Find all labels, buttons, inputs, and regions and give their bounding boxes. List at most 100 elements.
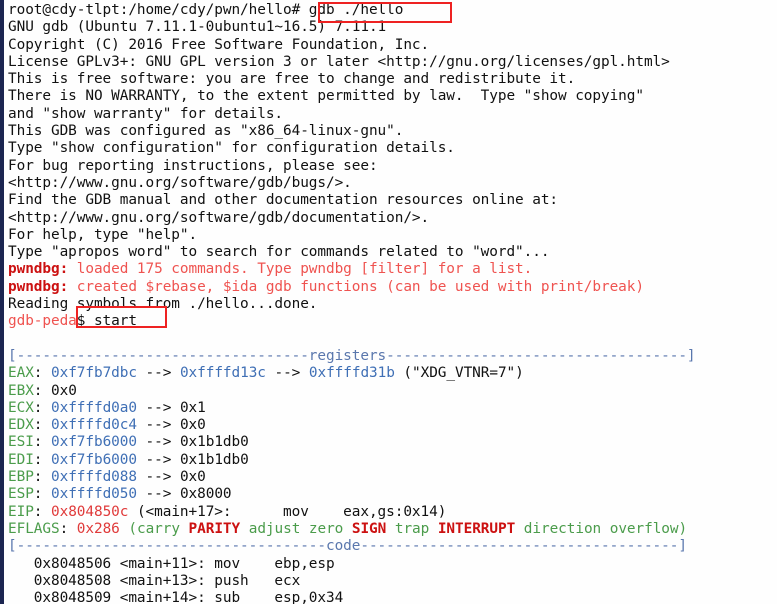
line-configured-seg-0: This GDB was configured as "x86_64-linux… (8, 123, 404, 140)
line-reg-eip-seg-1: : (33, 503, 51, 520)
line-reg-ebp: EBP: 0xffffd088 --> 0x0 (8, 469, 777, 486)
line-show-configuration: Type "show configuration" for configurat… (8, 140, 777, 157)
line-pwndbg-created-seg-1: created $rebase, $ida gdb functions (can… (68, 278, 644, 295)
line-reg-ebx-seg-1: : (33, 382, 51, 399)
line-reg-eax-seg-1: : (33, 365, 51, 382)
line-reg-edi-seg-4: 0x1b1db0 (179, 451, 249, 468)
line-reg-edi-seg-3: --> (136, 451, 180, 468)
line-reg-edx: EDX: 0xffffd0c4 --> 0x0 (8, 417, 777, 434)
line-free-software: This is free software: you are free to c… (8, 71, 777, 88)
terminal-window[interactable]: root@cdy-tlpt:/home/cdy/pwn/hello# gdb .… (0, 0, 777, 604)
line-sep-code: [------------------------------------cod… (8, 538, 777, 555)
line-bug-reporting-seg-0: For bug reporting instructions, please s… (8, 157, 378, 174)
line-pwndbg-loaded-seg-0: pwndbg: (8, 261, 69, 278)
line-prompt-shell: root@cdy-tlpt:/home/cdy/pwn/hello# gdb .… (8, 2, 777, 19)
line-bugs-url-seg-0: <http://www.gnu.org/software/gdb/bugs/>. (8, 174, 352, 191)
line-reg-ecx-seg-0: ECX (8, 399, 34, 416)
line-reg-esi-seg-2: 0xf7fb6000 (51, 434, 137, 451)
line-reg-esp-seg-4: 0x8000 (179, 486, 232, 503)
line-bugs-url: <http://www.gnu.org/software/gdb/bugs/>. (8, 175, 777, 192)
line-prompt-peda-seg-1: $ start (76, 313, 137, 330)
line-reg-esp-seg-0: ESP (8, 486, 34, 503)
line-no-warranty: There is NO WARRANTY, to the extent perm… (8, 88, 777, 105)
line-reg-eflags-seg-8: trap (386, 520, 438, 537)
line-reg-eax-seg-0: EAX (8, 365, 34, 382)
line-sep-registers-seg-0: [----------------------------------regis… (8, 347, 696, 364)
line-reg-edx-seg-3: --> (136, 417, 180, 434)
line-reg-eax: EAX: 0xf7fb7dbc --> 0xffffd13c --> 0xfff… (8, 365, 777, 382)
line-reg-ecx-seg-4: 0x1 (179, 399, 206, 416)
line-reg-eflags-seg-1: : (59, 520, 77, 537)
line-sep-registers: [----------------------------------regis… (8, 348, 777, 365)
line-reg-ebp-seg-1: : (33, 469, 51, 486)
line-show-warranty: and "show warranty" for details. (8, 106, 777, 123)
line-code-main14: 0x8048509 <main+14>: sub esp,0x34 (8, 590, 777, 604)
line-reg-eip-seg-2: 0x804850c (51, 503, 129, 520)
line-prompt-shell-seg-1: gdb ./hello (308, 2, 404, 18)
line-reg-edi-seg-0: EDI (8, 451, 34, 468)
line-reg-eip-seg-3: (<main+17>: mov eax,gs:0x14) (128, 503, 447, 520)
line-reg-esp-seg-1: : (33, 486, 51, 503)
line-reg-ebx-seg-2: 0x0 (51, 382, 77, 399)
line-reg-eax-seg-7: ("XDG_VTNR=7") (394, 365, 524, 382)
line-reg-edx-seg-0: EDX (8, 417, 34, 434)
line-reading-symbols-seg-0: Reading symbols from ./hello...done. (8, 296, 318, 313)
line-reg-edx-seg-2: 0xffffd0c4 (51, 417, 137, 434)
line-configured: This GDB was configured as "x86_64-linux… (8, 123, 777, 140)
line-copyright: Copyright (C) 2016 Free Software Foundat… (8, 37, 777, 54)
line-free-software-seg-0: This is free software: you are free to c… (8, 71, 576, 88)
line-show-configuration-seg-0: Type "show configuration" for configurat… (8, 140, 455, 157)
line-bug-reporting: For bug reporting instructions, please s… (8, 158, 777, 175)
line-reg-esp-seg-2: 0xffffd050 (51, 486, 137, 503)
line-reg-eflags-seg-9: INTERRUPT (437, 520, 516, 537)
line-reg-ebp-seg-2: 0xffffd088 (51, 469, 137, 486)
line-reg-ecx-seg-2: 0xffffd0a0 (51, 399, 137, 416)
line-blank-1-seg-0 (8, 331, 17, 347)
line-find-manual-seg-0: Find the GDB manual and other documentat… (8, 192, 559, 209)
line-reg-esi-seg-1: : (33, 434, 51, 451)
line-reg-ecx-seg-3: --> (136, 399, 180, 416)
line-pwndbg-created: pwndbg: created $rebase, $ida gdb functi… (8, 279, 777, 296)
line-reg-ebp-seg-4: 0x0 (179, 469, 206, 486)
line-reg-eax-seg-5: --> (265, 365, 309, 382)
line-reg-ecx-seg-1: : (33, 399, 51, 416)
line-reg-eflags: EFLAGS: 0x286 (carry PARITY adjust zero … (8, 521, 777, 538)
line-for-help-seg-0: For help, type "help". (8, 226, 198, 243)
line-gnu-version-seg-0: GNU gdb (Ubuntu 7.11.1-0ubuntu1~16.5) 7.… (8, 19, 387, 36)
line-reg-ebx-seg-0: EBX (8, 382, 34, 399)
line-prompt-peda: gdb-peda$ start (8, 313, 777, 330)
line-reg-eflags-seg-7: SIGN (351, 520, 387, 537)
line-reg-edi-seg-2: 0xf7fb6000 (51, 451, 137, 468)
line-copyright-seg-0: Copyright (C) 2016 Free Software Foundat… (8, 36, 430, 53)
line-pwndbg-loaded: pwndbg: loaded 175 commands. Type pwndbg… (8, 261, 777, 278)
line-reg-eax-seg-4: 0xffffd13c (179, 365, 266, 382)
line-code-main11-seg-0: 0x8048506 <main+11>: mov ebp,esp (8, 555, 335, 572)
line-apropos-seg-0: Type "apropos word" to search for comman… (8, 244, 550, 261)
terminal-screen[interactable]: root@cdy-tlpt:/home/cdy/pwn/hello# gdb .… (4, 0, 777, 604)
line-reg-eflags-seg-3: ( (119, 520, 137, 537)
line-reg-edi: EDI: 0xf7fb6000 --> 0x1b1db0 (8, 452, 777, 469)
line-reg-edx-seg-1: : (33, 417, 51, 434)
line-prompt-shell-seg-0: root@cdy-tlpt:/home/cdy/pwn/hello# (8, 2, 309, 18)
line-reg-esi-seg-3: --> (136, 434, 180, 451)
line-reg-ecx: ECX: 0xffffd0a0 --> 0x1 (8, 400, 777, 417)
line-reg-esi-seg-0: ESI (8, 434, 34, 451)
line-reg-eflags-seg-10: direction overflow) (515, 520, 688, 537)
line-code-main13: 0x8048508 <main+13>: push ecx (8, 573, 777, 590)
line-pwndbg-created-seg-0: pwndbg: (8, 278, 69, 295)
line-reg-eax-seg-6: 0xffffd31b (308, 365, 395, 382)
line-license: License GPLv3+: GNU GPL version 3 or lat… (8, 54, 777, 71)
line-reg-esp-seg-3: --> (136, 486, 180, 503)
line-reg-eflags-seg-5: PARITY (188, 520, 241, 537)
line-for-help: For help, type "help". (8, 227, 777, 244)
line-sep-code-seg-0: [------------------------------------cod… (8, 538, 687, 555)
line-reading-symbols: Reading symbols from ./hello...done. (8, 296, 777, 313)
line-reg-esi: ESI: 0xf7fb6000 --> 0x1b1db0 (8, 434, 777, 451)
line-prompt-peda-seg-0: gdb-peda (8, 313, 77, 330)
line-code-main13-seg-0: 0x8048508 <main+13>: push ecx (8, 572, 301, 589)
line-documentation-url: <http://www.gnu.org/software/gdb/documen… (8, 210, 777, 227)
line-reg-ebp-seg-0: EBP (8, 469, 34, 486)
line-apropos: Type "apropos word" to search for comman… (8, 244, 777, 261)
line-show-warranty-seg-0: and "show warranty" for details. (8, 105, 284, 122)
line-reg-edx-seg-4: 0x0 (179, 417, 206, 434)
